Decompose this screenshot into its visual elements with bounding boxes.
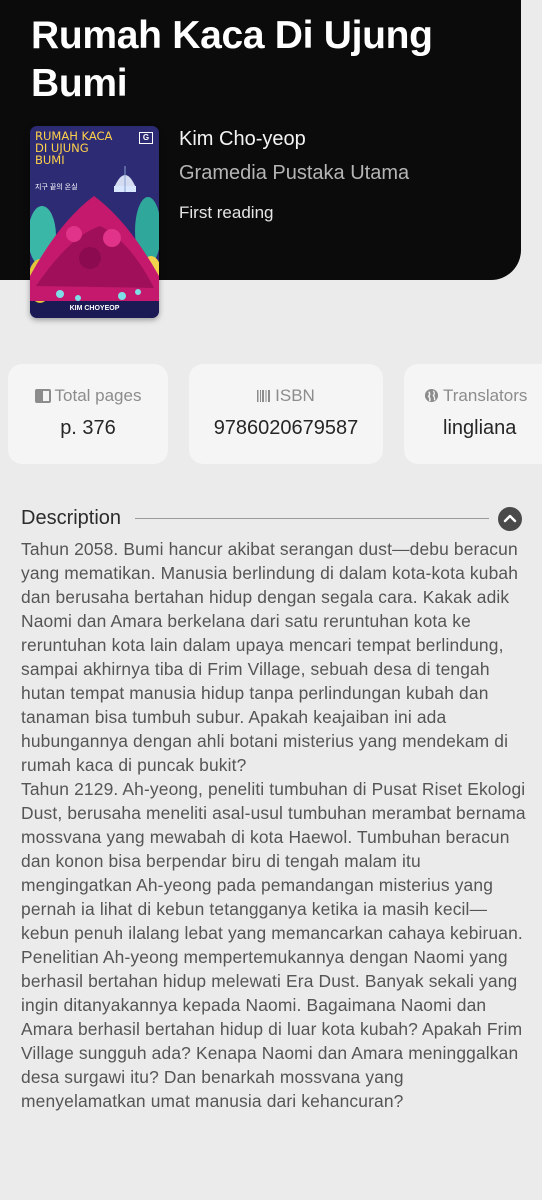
info-card-translators: Translators lingliana	[404, 364, 542, 464]
barcode-icon	[257, 388, 271, 408]
total-pages-value: p. 376	[60, 417, 116, 439]
book-publisher[interactable]: Gramedia Pustaka Utama	[179, 162, 409, 185]
translators-value: lingliana	[443, 417, 517, 439]
collapse-description-button[interactable]	[498, 507, 522, 531]
cover-publisher-logo: G	[139, 132, 153, 144]
book-pages-icon	[34, 388, 51, 408]
book-cover-image[interactable]: RUMAH KACA DI UJUNG BUMI 지구 끝의 온실 G KIM …	[30, 126, 159, 318]
info-card-total-pages: Total pages p. 376	[8, 364, 168, 464]
cover-text-overlay: RUMAH KACA DI UJUNG BUMI	[35, 129, 113, 167]
total-pages-label: Total pages	[54, 386, 142, 405]
translators-label: Translators	[443, 386, 528, 405]
cover-subtitle: 지구 끝의 온실	[35, 184, 78, 191]
description-text: Tahun 2058. Bumi hancur akibat serangan …	[21, 539, 526, 1111]
cover-author: KIM CHOYEOP	[69, 305, 120, 312]
description-divider	[135, 518, 489, 519]
reading-status[interactable]: First reading	[179, 203, 273, 223]
book-author[interactable]: Kim Cho-yeop	[179, 128, 306, 151]
info-card-isbn: ISBN 9786020679587	[189, 364, 383, 464]
description-heading: Description	[21, 507, 122, 529]
isbn-value: 9786020679587	[213, 417, 359, 439]
isbn-label: ISBN	[275, 386, 315, 405]
book-header: Rumah Kaca Di Ujung Bumi RUMAH KACA DI U…	[0, 0, 521, 318]
chevron-up-icon	[498, 507, 522, 531]
book-title: Rumah Kaca Di Ujung Bumi	[31, 14, 433, 105]
globe-icon	[424, 388, 439, 408]
